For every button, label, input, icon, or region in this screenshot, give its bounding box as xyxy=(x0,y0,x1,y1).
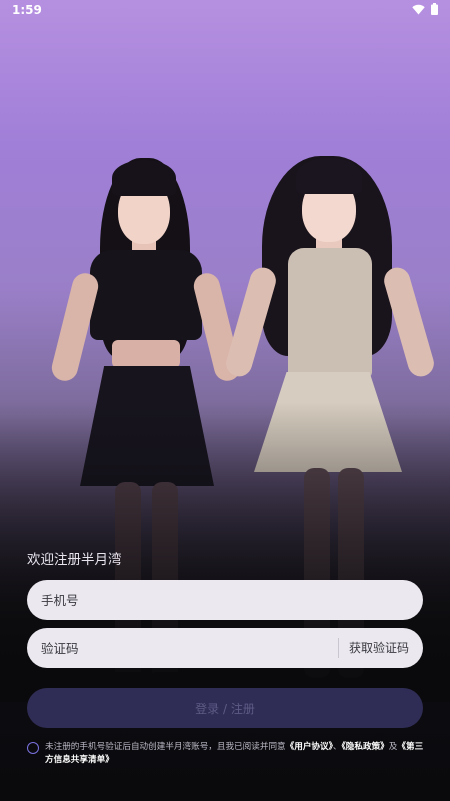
agreement-sep1: 、 xyxy=(332,742,342,752)
battery-icon xyxy=(431,3,438,15)
welcome-title: 欢迎注册半月湾 xyxy=(27,552,122,568)
user-agreement-link[interactable]: 《用户协议》 xyxy=(286,742,333,752)
status-icons xyxy=(412,3,438,15)
agreement-text: 未注册的手机号验证后自动创建半月湾账号，且我已阅读并同意《用户协议》、《隐私政策… xyxy=(45,741,425,767)
status-time: 1:59 xyxy=(12,3,42,17)
phone-input[interactable] xyxy=(41,592,301,608)
agree-checkbox[interactable] xyxy=(27,742,39,754)
agreement-prefix: 未注册的手机号验证后自动创建半月湾账号，且我已阅读并同意 xyxy=(45,742,286,752)
status-bar: 1:59 xyxy=(0,0,450,22)
privacy-policy-link[interactable]: 《隐私政策》 xyxy=(342,742,389,752)
code-divider xyxy=(338,638,339,658)
code-input[interactable] xyxy=(41,640,301,656)
login-register-button[interactable]: 登录 / 注册 xyxy=(27,688,423,728)
code-field[interactable]: 获取验证码 xyxy=(27,628,423,668)
wifi-icon xyxy=(412,4,425,15)
phone-field[interactable] xyxy=(27,580,423,620)
get-code-button[interactable]: 获取验证码 xyxy=(349,628,409,668)
